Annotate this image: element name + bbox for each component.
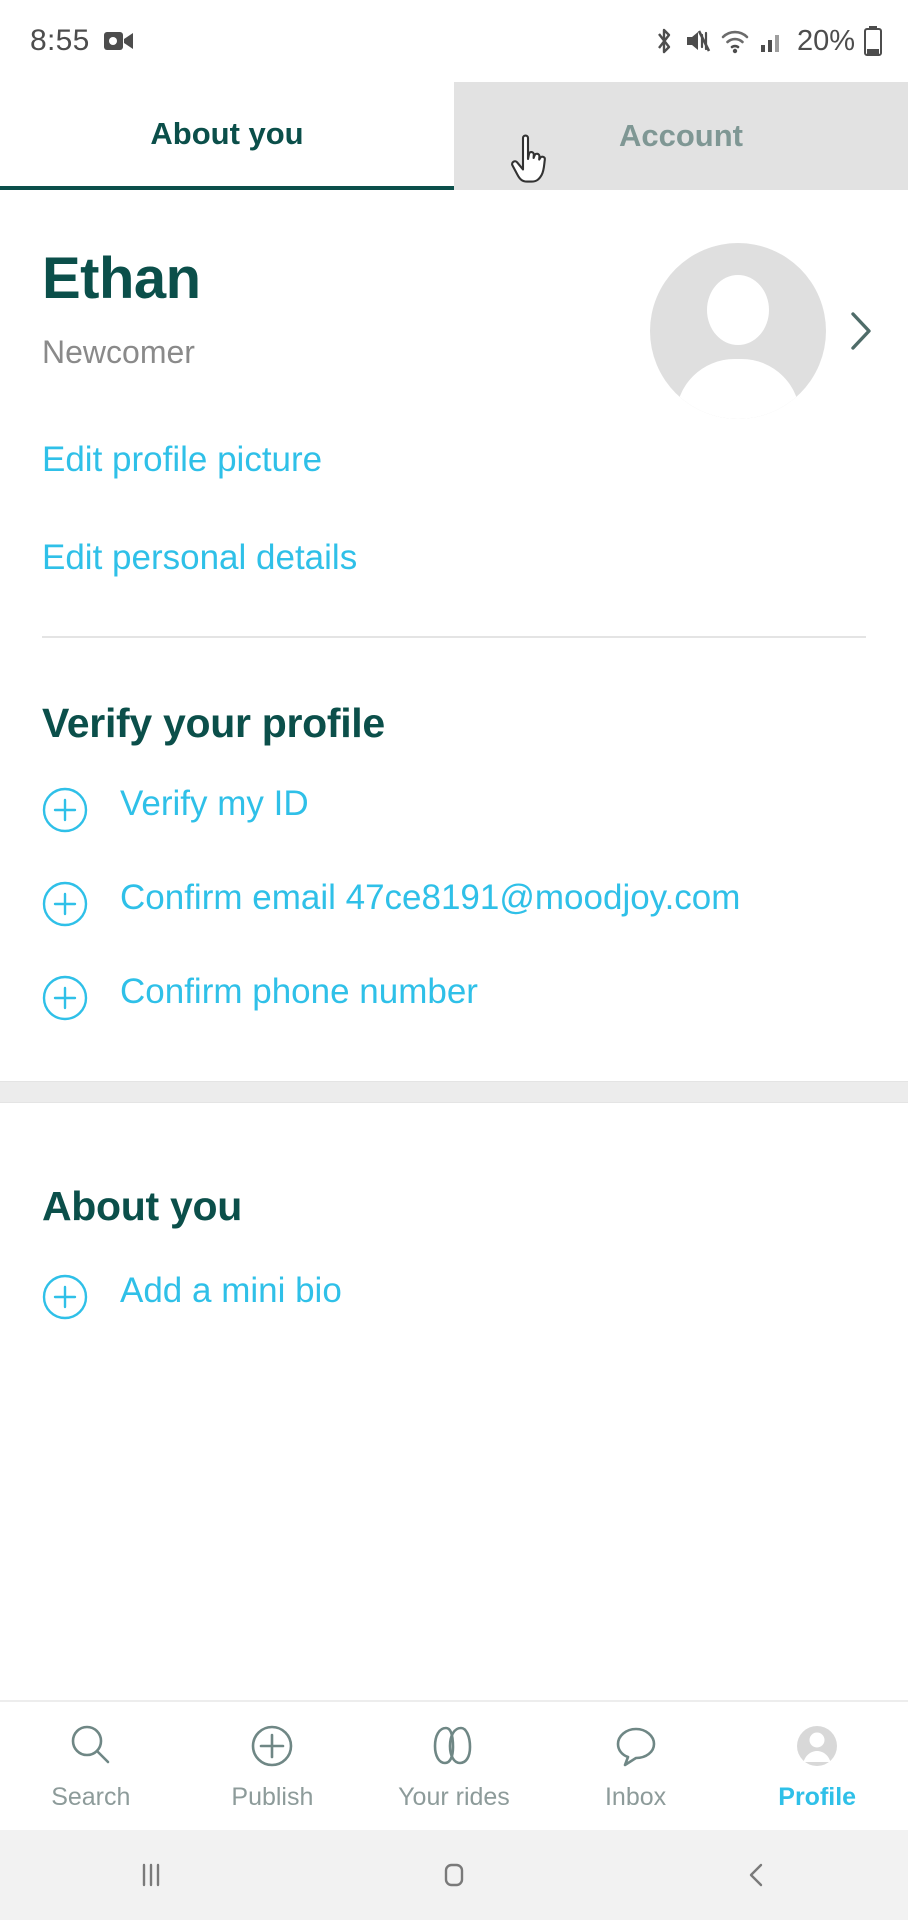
avatar-row[interactable]	[650, 235, 878, 419]
tab-bar: About you Account	[0, 82, 908, 190]
wifi-icon	[721, 30, 749, 54]
tab-account-label: Account	[619, 118, 743, 153]
nav-label-inbox: Inbox	[604, 1783, 667, 1811]
status-bar-right: 20%	[653, 25, 882, 58]
nav-label-profile: Profile	[778, 1783, 857, 1811]
section-separator-band	[0, 1081, 908, 1103]
person-icon	[797, 1726, 838, 1766]
battery-icon	[864, 26, 882, 56]
recents-icon	[143, 1863, 160, 1887]
search-icon	[71, 1725, 110, 1764]
bluetooth-icon	[658, 28, 671, 54]
confirm-phone-label: Confirm phone number	[120, 972, 478, 1011]
tab-about-you[interactable]: About you	[0, 82, 454, 190]
nav-item-search[interactable]: Search	[0, 1720, 182, 1812]
profile-content: Ethan Newcomer Edit profile picture Edit…	[0, 190, 908, 1700]
mute-icon	[686, 30, 711, 52]
tab-account[interactable]: Account	[454, 82, 908, 190]
status-bar: 8:55 20%	[0, 0, 908, 82]
edit-personal-details-link[interactable]: Edit personal details	[0, 540, 908, 575]
section-divider	[42, 636, 866, 638]
back-chevron-icon	[749, 1863, 762, 1887]
about-list: Add a mini bio	[0, 1270, 908, 1320]
avatar-body-shape	[676, 359, 800, 419]
confirm-email-label: Confirm email 47ce8191@moodjoy.com	[120, 878, 741, 917]
plus-circle-icon	[42, 881, 88, 927]
nav-label-search: Search	[51, 1783, 131, 1811]
user-level-badge: Newcomer	[42, 333, 195, 370]
verify-list: Verify my ID Confirm email 47ce8191@mood…	[0, 783, 908, 1021]
profile-header: Ethan Newcomer	[0, 190, 908, 420]
nav-item-publish[interactable]: Publish	[182, 1720, 364, 1812]
confirm-email-item[interactable]: Confirm email 47ce8191@moodjoy.com	[0, 877, 908, 927]
home-icon	[444, 1863, 464, 1887]
home-button[interactable]	[303, 1858, 606, 1892]
plus-circle-icon	[42, 787, 88, 833]
verify-section-title: Verify your profile	[42, 700, 385, 746]
user-name: Ethan	[42, 246, 201, 311]
video-camera-icon	[103, 32, 133, 50]
plus-circle-icon	[252, 1725, 293, 1767]
nav-item-profile[interactable]: Profile	[726, 1720, 908, 1812]
cellular-signal-icon	[760, 35, 779, 52]
status-bar-left: 8:55	[30, 24, 134, 58]
recents-button[interactable]	[0, 1858, 303, 1892]
add-mini-bio-label: Add a mini bio	[120, 1271, 342, 1310]
profile-name-block: Ethan Newcomer	[42, 235, 650, 371]
nav-item-inbox[interactable]: Inbox	[545, 1720, 727, 1812]
confirm-phone-item[interactable]: Confirm phone number	[0, 971, 908, 1021]
status-time: 8:55	[30, 24, 90, 57]
about-section-title: About you	[42, 1183, 242, 1229]
rides-icon	[433, 1726, 472, 1765]
battery-percentage: 20%	[796, 24, 855, 57]
plus-circle-icon	[42, 975, 88, 1021]
plus-circle-icon	[42, 1274, 88, 1320]
avatar-head-shape	[707, 275, 769, 345]
chat-bubble-icon	[616, 1727, 655, 1767]
add-mini-bio-item[interactable]: Add a mini bio	[0, 1270, 908, 1320]
bottom-navigation-bar: Search Publish Your rides Inbox Profile	[0, 1700, 908, 1830]
back-button[interactable]	[605, 1858, 908, 1892]
android-system-nav	[0, 1830, 908, 1920]
avatar[interactable]	[650, 243, 826, 419]
verify-my-id-label: Verify my ID	[120, 784, 309, 823]
phone-screen: 8:55 20% About you Account Ethan Newcome…	[0, 0, 908, 1920]
profile-chevron[interactable]	[844, 310, 878, 352]
nav-label-publish: Publish	[231, 1783, 314, 1811]
nav-label-your-rides: Your rides	[398, 1783, 510, 1811]
edit-profile-picture-link[interactable]: Edit profile picture	[0, 442, 908, 477]
chevron-right-icon	[851, 312, 871, 350]
verify-my-id-item[interactable]: Verify my ID	[0, 783, 908, 833]
tab-about-you-label: About you	[150, 116, 304, 151]
nav-item-your-rides[interactable]: Your rides	[363, 1720, 545, 1812]
